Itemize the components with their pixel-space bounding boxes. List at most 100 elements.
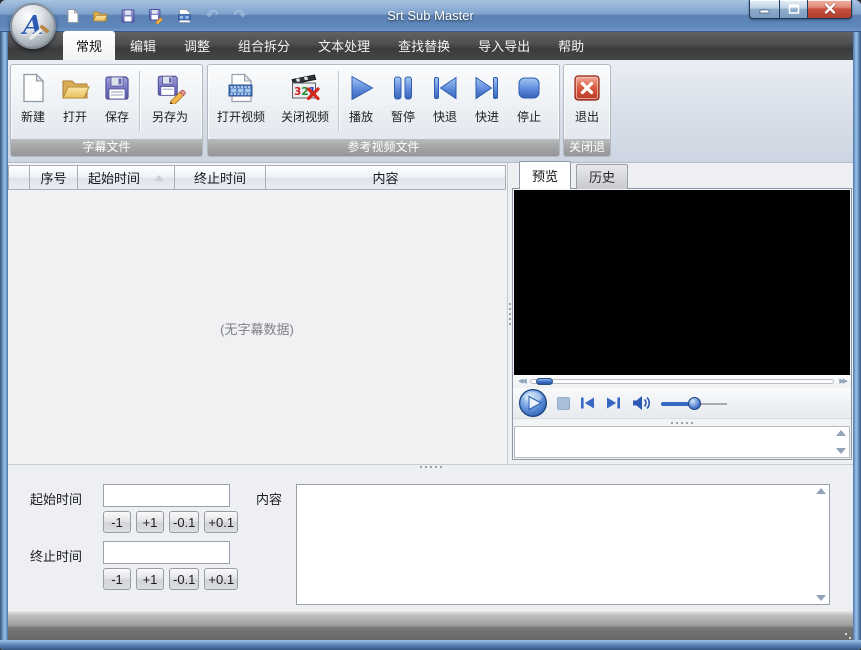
ribbon-play-button[interactable]: 播放: [340, 67, 382, 139]
resize-grip-icon[interactable]: [845, 633, 847, 635]
tab-history[interactable]: 历史: [576, 164, 628, 189]
panel-splitter[interactable]: [513, 419, 851, 426]
ribbon-forward-button[interactable]: 快进: [466, 67, 508, 139]
ribbon-new-button[interactable]: 新建: [12, 67, 54, 139]
group-body: 新建 打开 保存: [11, 65, 202, 139]
scroll-down-icon[interactable]: [836, 448, 846, 454]
ribbon-button-label: 停止: [517, 108, 541, 125]
start-plus-1-button[interactable]: +1: [136, 511, 164, 533]
seek-track[interactable]: [530, 379, 834, 384]
ribbon-exit-button[interactable]: 退出: [565, 67, 609, 139]
open-folder-icon: [58, 71, 92, 105]
column-header-marker[interactable]: [8, 165, 30, 190]
content-textarea[interactable]: [297, 485, 829, 604]
seek-forward-icon[interactable]: ▶▶: [839, 375, 846, 388]
video-display[interactable]: [514, 190, 850, 375]
seek-back-icon[interactable]: ◀◀: [518, 375, 525, 388]
preview-text-box[interactable]: [514, 426, 850, 458]
ribbon-close-video-button[interactable]: 321 关闭视频: [273, 67, 337, 139]
column-header-end-time[interactable]: 终止时间: [175, 165, 266, 190]
scroll-up-icon[interactable]: [836, 430, 846, 436]
maximize-button[interactable]: [780, 0, 808, 19]
qat-save-icon[interactable]: [120, 8, 136, 24]
preview-text-scrollbar[interactable]: [833, 428, 848, 456]
minimize-button[interactable]: [749, 0, 780, 19]
ribbon-button-label: 打开: [63, 108, 87, 125]
seek-thumb[interactable]: [536, 378, 553, 385]
tab-find-replace[interactable]: 查找替换: [385, 31, 463, 60]
ribbon-group-close-exit: 退出 关闭退出: [563, 64, 611, 157]
preview-panel-tabs: 预览 历史: [519, 165, 628, 189]
player-play-button[interactable]: [518, 388, 548, 418]
group-body: 打开视频 321 关闭视频 播放: [208, 65, 559, 139]
ribbon-open-video-button[interactable]: 打开视频: [209, 67, 273, 139]
ribbon-button-label: 保存: [105, 108, 129, 125]
qat-open-icon[interactable]: [92, 8, 108, 24]
qat-redo-icon[interactable]: ↷: [232, 8, 248, 24]
end-minus-1-button[interactable]: -1: [103, 568, 131, 590]
scroll-down-icon[interactable]: [816, 595, 826, 601]
tab-edit[interactable]: 编辑: [117, 31, 169, 60]
qat-new-icon[interactable]: [64, 8, 80, 24]
tab-general[interactable]: 常规: [63, 31, 115, 60]
end-minus-0.1-button[interactable]: -0.1: [169, 568, 199, 590]
ribbon-save-button[interactable]: 保存: [96, 67, 138, 139]
player-controls: [513, 388, 851, 419]
ribbon-save-as-button[interactable]: 另存为: [141, 67, 199, 139]
window-frame-right: [853, 32, 861, 640]
start-time-input[interactable]: [103, 484, 230, 507]
volume-slider[interactable]: [661, 397, 727, 410]
main-area: 序号 起始时间 终止时间 内容 (无字幕数据) 预览 历史: [8, 163, 853, 464]
content-scrollbar[interactable]: [813, 486, 828, 603]
ribbon-separator: [139, 71, 140, 131]
column-header-label: 起始时间: [88, 168, 140, 187]
ribbon-open-button[interactable]: 打开: [54, 67, 96, 139]
quick-access-toolbar: ↶ ↷: [64, 7, 248, 25]
window-frame-bottom: [0, 640, 861, 650]
tab-adjust[interactable]: 调整: [171, 31, 223, 60]
app-window: Srt Sub Master A ↶ ↷: [0, 0, 861, 650]
start-minus-0.1-button[interactable]: -0.1: [169, 511, 199, 533]
new-file-icon: [16, 71, 50, 105]
window-frame-left: [0, 32, 8, 640]
end-time-label: 终止时间: [30, 546, 82, 565]
ribbon-stop-button[interactable]: 停止: [508, 67, 550, 139]
minimize-icon: [759, 3, 771, 15]
tab-preview[interactable]: 预览: [519, 161, 571, 189]
ribbon-pause-button[interactable]: 暂停: [382, 67, 424, 139]
ribbon-group-subtitle-file: 新建 打开 保存: [10, 64, 203, 157]
app-logo-button[interactable]: A: [10, 3, 56, 49]
column-header-content[interactable]: 内容: [266, 165, 506, 190]
tab-combine-split[interactable]: 组合拆分: [225, 31, 303, 60]
scroll-up-icon[interactable]: [816, 488, 826, 494]
end-plus-0.1-button[interactable]: +0.1: [204, 568, 238, 590]
window-controls: [749, 0, 852, 19]
save-as-icon: [153, 71, 187, 105]
ribbon-button-label: 另存为: [152, 108, 188, 125]
subtitle-table-header: 序号 起始时间 终止时间 内容: [8, 165, 506, 190]
tab-help[interactable]: 帮助: [545, 31, 597, 60]
qat-open-video-icon[interactable]: [176, 8, 192, 24]
ribbon-rewind-button[interactable]: 快退: [424, 67, 466, 139]
start-plus-0.1-button[interactable]: +0.1: [204, 511, 238, 533]
player-previous-button[interactable]: [579, 395, 596, 411]
ribbon-button-label: 退出: [575, 108, 599, 125]
ribbon-tab-bar: 常规 编辑 调整 组合拆分 文本处理 查找替换 导入导出 帮助: [0, 32, 861, 60]
column-header-start-time[interactable]: 起始时间: [78, 165, 175, 190]
close-button[interactable]: [808, 0, 852, 19]
player-next-button[interactable]: [605, 395, 622, 411]
tab-import-export[interactable]: 导入导出: [465, 31, 543, 60]
maximize-icon: [788, 3, 800, 15]
column-header-index[interactable]: 序号: [30, 165, 78, 190]
start-minus-1-button[interactable]: -1: [103, 511, 131, 533]
end-plus-1-button[interactable]: +1: [136, 568, 164, 590]
stop-icon: [512, 71, 546, 105]
tab-text-processing[interactable]: 文本处理: [305, 31, 383, 60]
volume-mute-button[interactable]: [631, 394, 652, 412]
ribbon-button-label: 打开视频: [217, 108, 265, 125]
end-time-input[interactable]: [103, 541, 230, 564]
qat-save-as-icon[interactable]: [148, 8, 164, 24]
qat-undo-icon[interactable]: ↶: [204, 8, 220, 24]
volume-thumb[interactable]: [688, 397, 701, 410]
player-stop-button[interactable]: [557, 397, 570, 410]
